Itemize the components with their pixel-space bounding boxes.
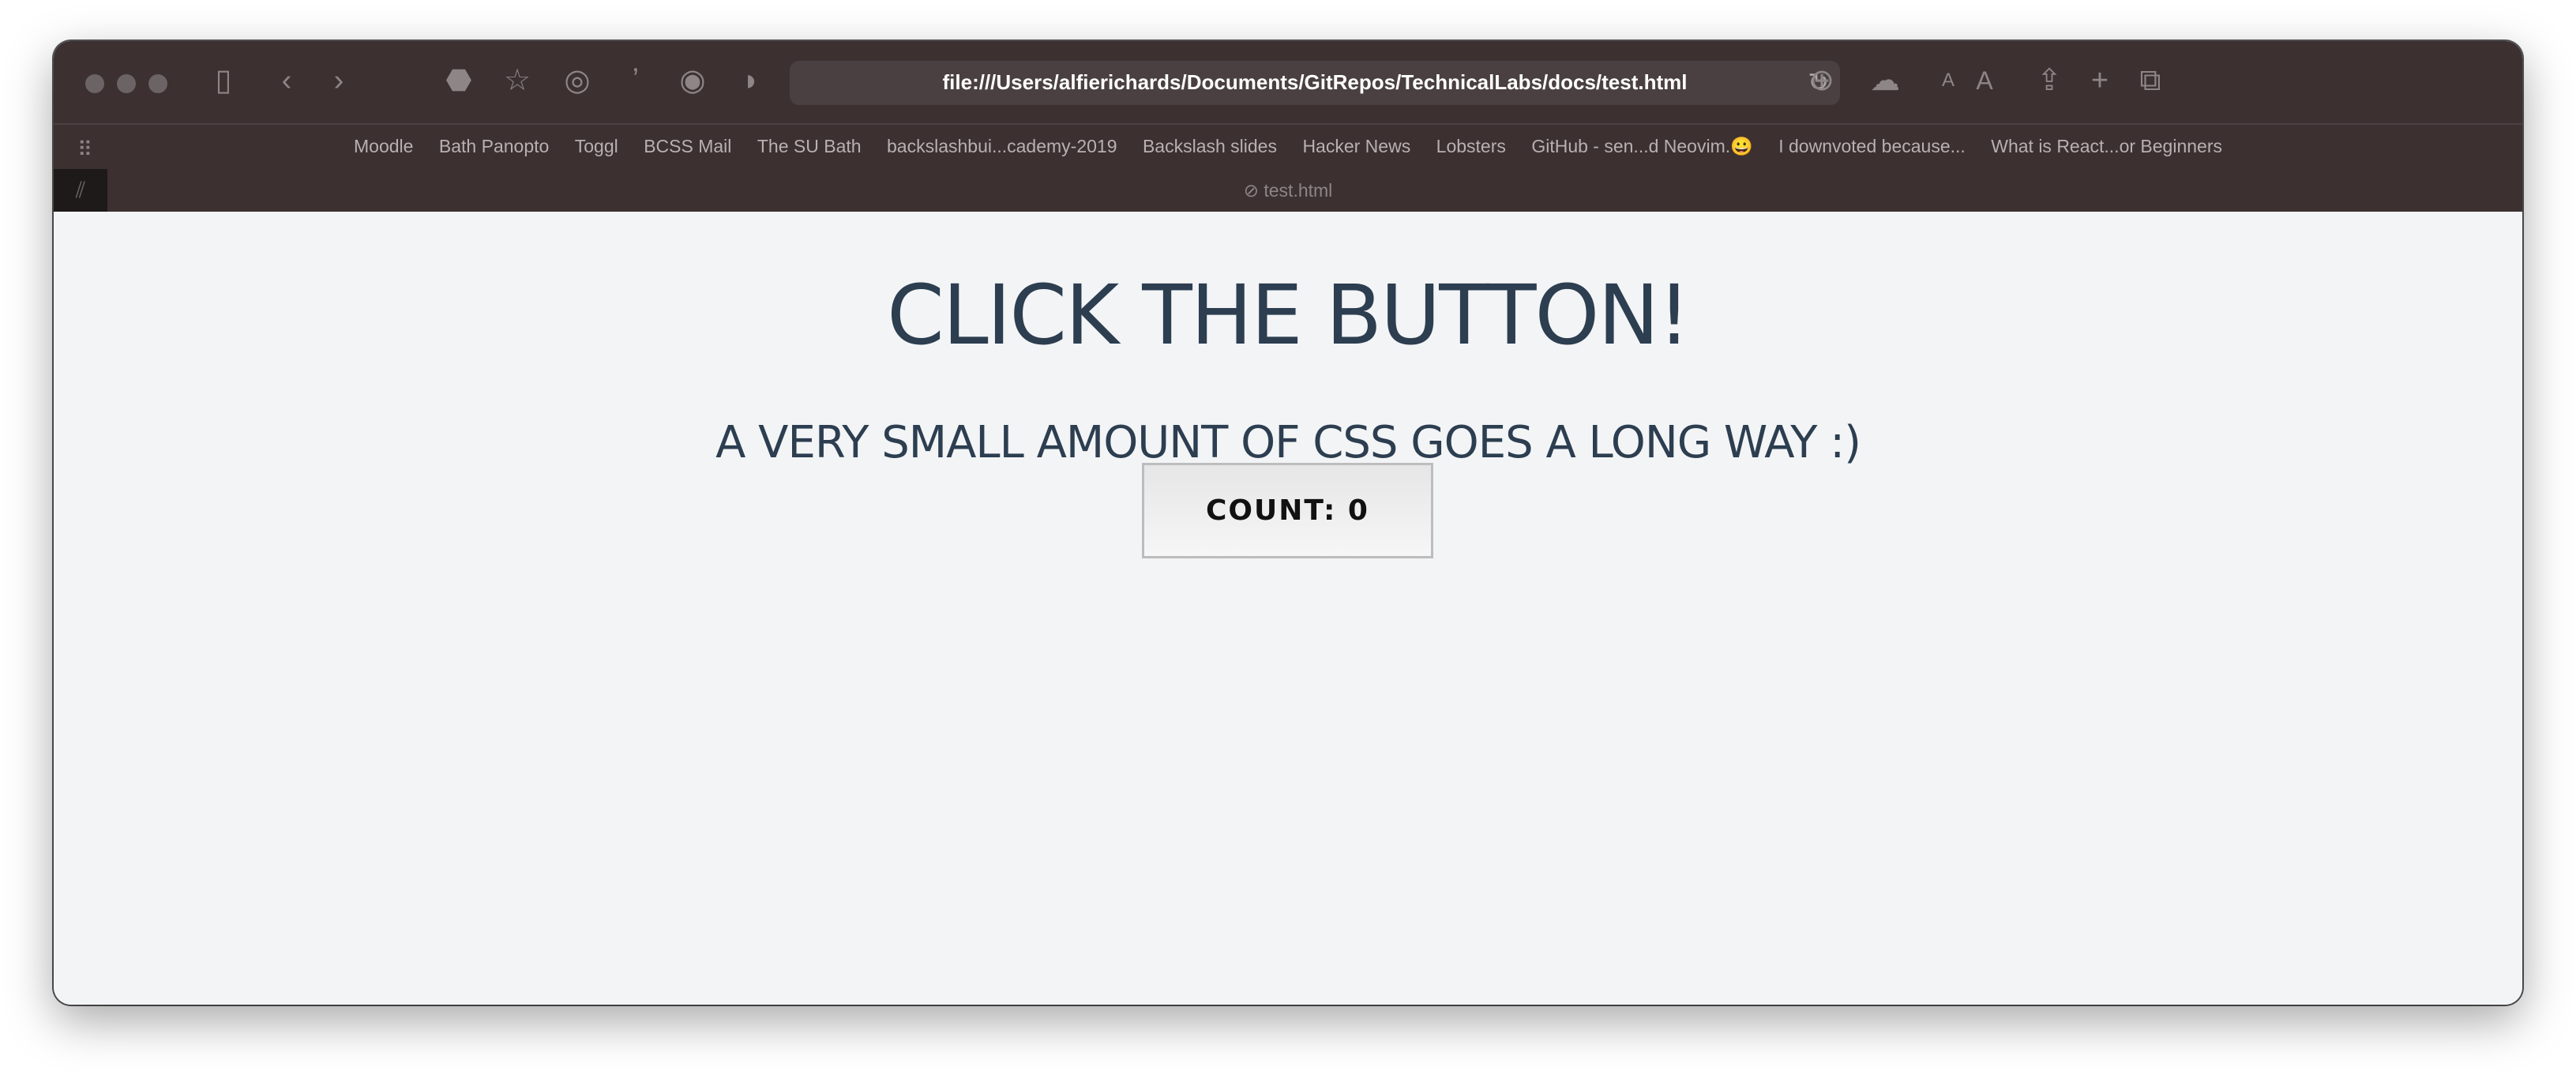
cloud-icon[interactable]: ☁	[1865, 65, 1905, 96]
bookmarks-bar: ⠿ Moodle Bath Panopto Toggl BCSS Mail Th…	[54, 125, 2522, 172]
bookmark-item[interactable]: Backslash slides	[1143, 136, 1277, 157]
adblock-icon[interactable]: ⬣	[439, 65, 479, 96]
bookmark-item[interactable]: BCSS Mail	[644, 136, 731, 157]
increase-text-size-icon[interactable]: A	[1965, 65, 2004, 96]
forward-icon[interactable]: ›	[319, 65, 359, 96]
tab-bar: ⫽ ⊘ test.html	[54, 169, 2522, 212]
shield-icon[interactable]: ◗	[731, 65, 771, 96]
share-icon[interactable]: ⇪	[2030, 65, 2069, 96]
bookmark-item[interactable]: Toggl	[575, 136, 618, 157]
bookmark-item[interactable]: Moodle	[354, 136, 413, 157]
bookmark-item[interactable]: backslashbui...cademy-2019	[887, 136, 1117, 157]
sidebar-icon[interactable]: ▯	[204, 65, 243, 96]
close-window-button[interactable]	[85, 74, 104, 93]
bookmark-item[interactable]: I downvoted because...	[1778, 136, 1966, 157]
tab-title: test.html	[1264, 180, 1333, 201]
rss-icon[interactable]: ʼ	[616, 65, 655, 96]
back-icon[interactable]: ‹	[267, 65, 306, 96]
toolbar: ▯ ‹ › ⬣ ☆ ◎ ʼ ◉ ◗ file:///Users/alfieric…	[54, 41, 2522, 125]
new-tab-icon[interactable]: +	[2080, 65, 2120, 96]
bookmark-item[interactable]: Bath Panopto	[439, 136, 549, 157]
page-title: CLICK THE BUTTON!	[887, 267, 1691, 363]
decrease-text-size-icon[interactable]: A	[1928, 65, 1968, 96]
bookmark-item[interactable]: The SU Bath	[757, 136, 862, 157]
minimize-window-button[interactable]	[117, 74, 136, 93]
bookmark-item[interactable]: GitHub - sen...d Neovim.😀	[1531, 136, 1752, 157]
star-icon[interactable]: ☆	[498, 65, 537, 96]
browser-window: ▯ ‹ › ⬣ ☆ ◎ ʼ ◉ ◗ file:///Users/alfieric…	[54, 41, 2522, 1005]
maximize-window-button[interactable]	[148, 74, 167, 93]
download-icon[interactable]: ⊕	[1802, 65, 1842, 96]
tab-active[interactable]: ⊘ test.html	[54, 180, 2522, 201]
page-subtitle: A VERY SMALL AMOUNT OF CSS GOES A LONG W…	[715, 417, 1861, 468]
address-bar[interactable]: file:///Users/alfierichards/Documents/Gi…	[790, 61, 1840, 105]
tab-overview-icon[interactable]: ⧉	[2131, 65, 2170, 96]
page-content: CLICK THE BUTTON! A VERY SMALL AMOUNT OF…	[54, 212, 2522, 1005]
browser-chrome: ▯ ‹ › ⬣ ☆ ◎ ʼ ◉ ◗ file:///Users/alfieric…	[54, 41, 2522, 212]
bookmark-item[interactable]: Hacker News	[1302, 136, 1410, 157]
password-manager-icon[interactable]: ◎	[558, 65, 597, 96]
bookmark-item[interactable]: What is React...or Beginners	[1991, 136, 2222, 157]
count-button[interactable]: COUNT: 0	[1142, 463, 1433, 558]
compass-icon: ⊘	[1243, 180, 1259, 201]
bookmark-item[interactable]: Lobsters	[1436, 136, 1506, 157]
url-text: file:///Users/alfierichards/Documents/Gi…	[942, 70, 1688, 94]
extension-icon[interactable]: ◉	[673, 65, 712, 96]
